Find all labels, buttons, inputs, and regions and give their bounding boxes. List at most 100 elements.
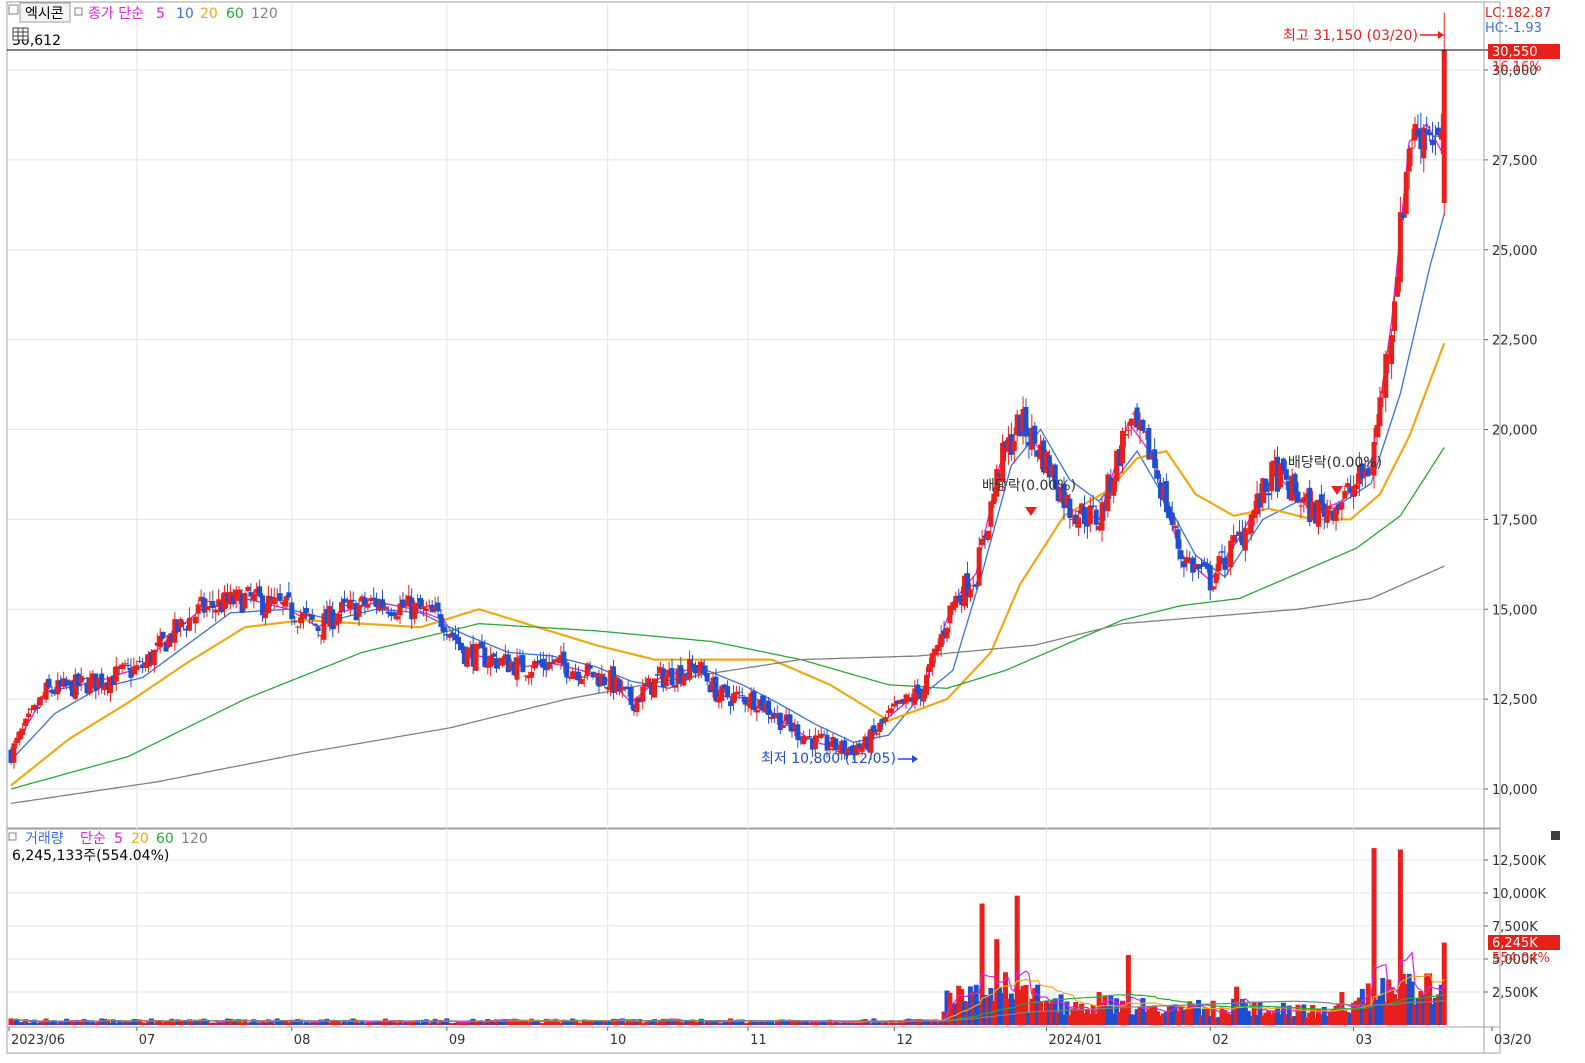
candle-body xyxy=(1292,473,1298,494)
candle-body xyxy=(34,706,40,709)
candle-body xyxy=(514,657,520,680)
date-tick-label: 02 xyxy=(1212,1033,1229,1048)
volume-toggle-box[interactable] xyxy=(8,832,17,841)
candle-body xyxy=(701,665,707,675)
candle-body xyxy=(134,665,140,670)
candle-body xyxy=(1427,132,1433,136)
candle-body xyxy=(1090,505,1096,507)
volume-tick-label: 2,500K xyxy=(1492,986,1538,1001)
candle-body xyxy=(245,586,251,591)
candle-body xyxy=(20,728,26,735)
vol-ma120-label: 120 xyxy=(181,831,208,847)
candle-body xyxy=(602,676,608,686)
candle-body xyxy=(871,725,877,733)
candle-body xyxy=(122,663,128,665)
candle-body xyxy=(400,599,406,608)
candle-body xyxy=(1067,498,1073,519)
candle-body xyxy=(1125,429,1131,431)
candle-body xyxy=(1231,535,1237,543)
candle-body xyxy=(1155,470,1161,479)
candle-body xyxy=(257,586,263,597)
candle-body xyxy=(420,606,426,610)
candle-body xyxy=(1093,509,1099,525)
candle-body xyxy=(283,596,289,607)
candle-body xyxy=(1128,418,1134,426)
current-volume-change: 554.04% xyxy=(1492,951,1550,966)
stock-name: 엑시콘 xyxy=(25,6,64,22)
candle-body xyxy=(944,627,950,639)
candle-body xyxy=(985,530,991,540)
candle-body xyxy=(1298,505,1304,507)
candle-body xyxy=(46,678,52,688)
candle-body xyxy=(464,648,470,667)
candle-body xyxy=(160,631,166,639)
candle-body xyxy=(804,737,810,740)
candle-body xyxy=(125,664,131,666)
candle-body xyxy=(1210,586,1216,590)
candle-body xyxy=(181,622,187,625)
price-tick-label: 15,000 xyxy=(1492,603,1538,618)
candle-body xyxy=(552,659,558,663)
candle-body xyxy=(570,671,576,680)
candle-body xyxy=(1175,529,1181,549)
candle-body xyxy=(213,609,219,613)
candle-body xyxy=(1000,442,1006,483)
legend-toggle-box[interactable] xyxy=(8,4,19,15)
candle-body xyxy=(1403,171,1409,214)
candle-body xyxy=(1441,50,1447,204)
candle-body xyxy=(356,604,362,617)
candle-body xyxy=(1011,440,1017,451)
candle-body xyxy=(438,614,444,627)
low-annotation: 최저 10,800 (12/05) xyxy=(761,751,896,767)
candle-body xyxy=(736,691,742,693)
candle-body xyxy=(687,659,693,680)
candle-body xyxy=(1400,213,1406,219)
candle-body xyxy=(1374,425,1380,438)
candle-body xyxy=(1432,135,1438,137)
volume-bar xyxy=(1441,942,1447,1025)
candle-body xyxy=(1377,397,1383,427)
candle-body xyxy=(195,604,201,614)
price-tick-label: 27,500 xyxy=(1492,154,1538,169)
candle-body xyxy=(640,686,646,702)
candle-body xyxy=(423,608,429,612)
candle-body xyxy=(204,605,210,611)
date-tick-label: 09 xyxy=(449,1033,466,1048)
candle-body xyxy=(201,597,207,613)
candle-body xyxy=(1392,301,1398,331)
ex-dividend-annotation-1: 배당락(0.00%) xyxy=(982,478,1076,494)
candle-body xyxy=(26,713,32,718)
candle-body xyxy=(113,666,119,682)
price-tick-label: 25,000 xyxy=(1492,244,1538,259)
candle-body xyxy=(435,602,441,612)
current-volume-tag: 6,245K 554.04% xyxy=(1488,935,1560,966)
candle-body xyxy=(330,609,336,630)
candle-body xyxy=(210,601,216,609)
high-annotation: 최고 31,150 (03/20) xyxy=(1283,28,1418,44)
candle-body xyxy=(1430,139,1436,146)
price-tick-label: 12,500 xyxy=(1492,693,1538,708)
candle-body xyxy=(924,674,930,695)
ma10-label: 10 xyxy=(176,6,194,22)
candle-body xyxy=(1023,406,1029,437)
table-icon[interactable] xyxy=(12,27,29,41)
date-tick-label: 03/20 xyxy=(1494,1033,1531,1048)
current-price-change: 16.16% xyxy=(1492,60,1542,75)
price-ma-label: 종가 단순 xyxy=(88,6,144,22)
candle-body xyxy=(379,599,385,608)
candle-body xyxy=(350,600,356,602)
candle-body xyxy=(967,589,973,598)
candle-body xyxy=(137,660,143,662)
candle-body xyxy=(301,612,306,619)
date-tick-label: 2023/06 xyxy=(11,1033,65,1048)
candle-body xyxy=(289,602,295,620)
candle-body xyxy=(1269,461,1275,492)
volume-panel-button[interactable] xyxy=(1551,831,1560,840)
candle-body xyxy=(151,649,157,666)
candle-body xyxy=(119,664,125,670)
candle-body xyxy=(391,612,397,617)
candle-body xyxy=(339,602,345,613)
ma-toggle-box[interactable] xyxy=(74,7,83,16)
candle-body xyxy=(1184,557,1190,564)
candle-body xyxy=(1354,484,1359,490)
